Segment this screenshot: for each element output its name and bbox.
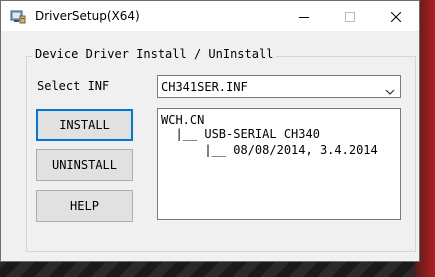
driver-info-panel: WCH.CN |__ USB-SERIAL CH340 |__ 08/08/20…: [157, 108, 401, 220]
driver-setup-icon: [10, 8, 26, 24]
uninstall-button[interactable]: UNINSTALL: [36, 149, 133, 181]
chevron-down-icon[interactable]: [385, 82, 395, 95]
window-title: DriverSetup(X64): [35, 9, 140, 23]
inf-dropdown-value: CH341SER.INF: [161, 80, 248, 94]
info-device-line: |__ USB-SERIAL CH340: [161, 127, 320, 141]
groupbox-title: Device Driver Install / UnInstall: [32, 46, 277, 62]
driver-setup-window: DriverSetup(X64) Device Driver Install /…: [0, 0, 420, 262]
info-version-line: |__ 08/08/2014, 3.4.2014: [161, 143, 378, 157]
inf-dropdown[interactable]: CH341SER.INF: [157, 75, 401, 98]
maximize-icon: [345, 7, 355, 26]
close-icon: [390, 7, 402, 26]
select-inf-label: Select INF: [37, 79, 110, 93]
install-button[interactable]: INSTALL: [36, 109, 133, 141]
maximize-button[interactable]: [327, 1, 373, 31]
help-button[interactable]: HELP: [36, 190, 133, 222]
minimize-button[interactable]: [281, 1, 327, 31]
minimize-icon: [299, 7, 309, 26]
close-button[interactable]: [373, 1, 419, 31]
title-bar[interactable]: DriverSetup(X64): [1, 1, 419, 31]
